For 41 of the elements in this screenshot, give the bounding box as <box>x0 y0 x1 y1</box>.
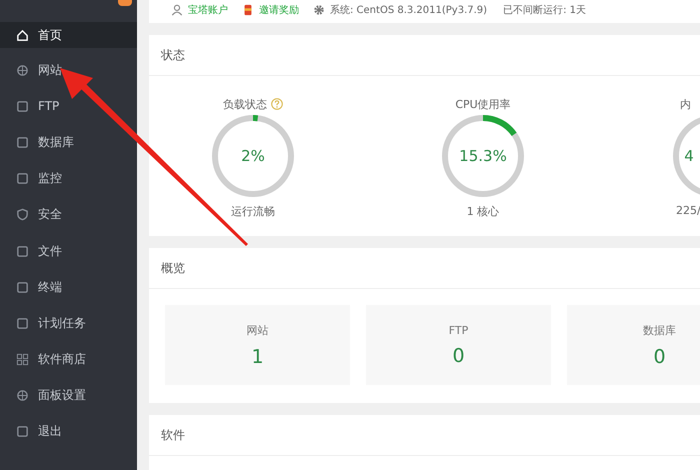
home-icon <box>16 28 29 42</box>
sidebar-item[interactable]: 计划任务 <box>0 305 137 342</box>
sidebar-item[interactable]: FTP <box>0 88 137 124</box>
sidebar-item[interactable]: 文件 <box>0 232 137 270</box>
sidebar-item[interactable]: 终端 <box>0 269 137 306</box>
gauge-title: 内 <box>680 96 691 112</box>
grid-icon <box>16 353 29 366</box>
gauge-value: 4 <box>684 147 694 165</box>
stat-label: 网站 <box>246 322 268 338</box>
sidebar-item[interactable]: 面板设置 <box>0 378 137 414</box>
shield-icon <box>16 208 29 222</box>
stat-value: 0 <box>452 344 465 366</box>
sidebar-item[interactable]: 安全 <box>0 196 137 233</box>
panel-title: 软件 <box>149 415 700 456</box>
uptime-text: 已不间断运行: 1天 <box>503 4 586 16</box>
panel-title: 状态 <box>149 35 700 76</box>
stat-card[interactable]: FTP 0 <box>366 305 551 385</box>
user-icon <box>171 4 183 16</box>
gauge-value: 2% <box>241 147 265 165</box>
sidebar-item[interactable]: 数据库 <box>0 124 137 161</box>
sidebar-item[interactable]: 首页 <box>0 22 137 48</box>
panel-title: 概览 <box>149 248 700 289</box>
gauge-caption: 1 核心 <box>466 204 500 219</box>
stat-card[interactable]: 网站 1 <box>165 305 350 385</box>
gift-icon <box>242 4 254 16</box>
stat-value: 0 <box>653 346 666 368</box>
system-info: 系统: CentOS 8.3.2011(Py3.7.9) <box>330 4 488 16</box>
help-icon[interactable] <box>271 98 283 110</box>
stat-card[interactable]: 数据库 0 <box>567 305 700 385</box>
sidebar-item[interactable]: 网站 <box>0 52 137 88</box>
sidebar-item[interactable]: 监控 <box>0 160 137 197</box>
stat-label: 数据库 <box>643 322 676 338</box>
globe-icon <box>16 64 29 77</box>
stat-value: 1 <box>251 346 264 368</box>
gauge-title: CPU使用率 <box>455 96 511 112</box>
gauge-caption: 运行流畅 <box>231 204 275 219</box>
sidebar-item[interactable]: 软件商店 <box>0 342 137 378</box>
gauge-title: 负载状态 <box>223 96 267 112</box>
stat-label: FTP <box>448 324 468 336</box>
sidebar-item[interactable]: 退出 <box>0 414 137 450</box>
gauge-value: 15.3% <box>459 147 507 165</box>
